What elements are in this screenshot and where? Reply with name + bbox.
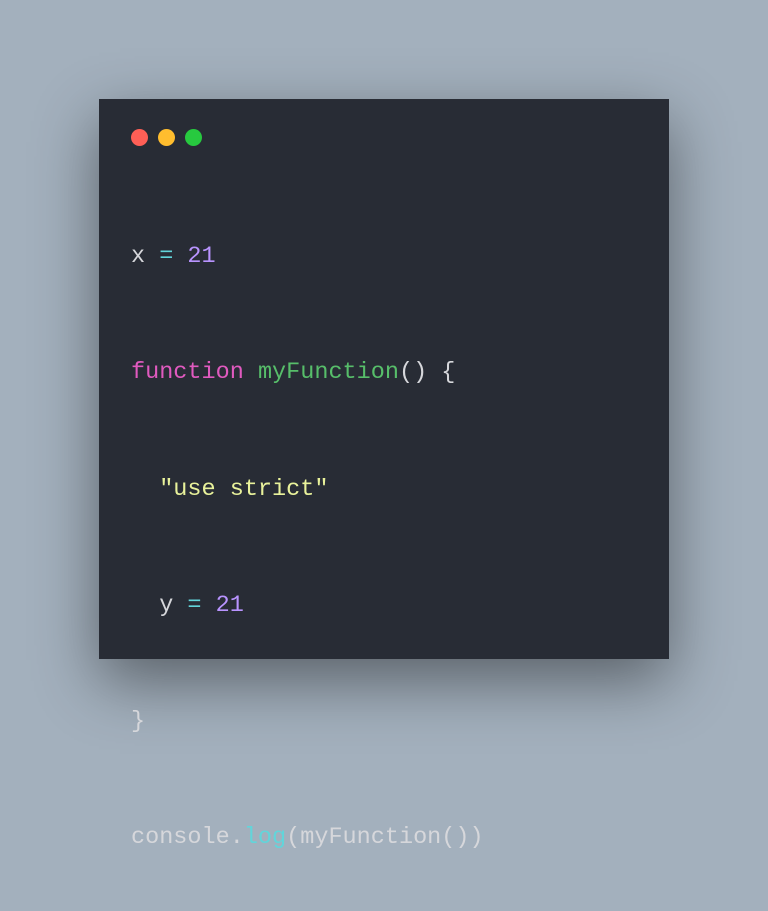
close-icon[interactable] xyxy=(131,129,148,146)
code-keyword: function xyxy=(131,359,244,386)
code-operator: = xyxy=(145,243,187,270)
maximize-icon[interactable] xyxy=(185,129,202,146)
code-line: function myFunction() { xyxy=(131,358,637,387)
code-block: x = 21 function myFunction() { "use stri… xyxy=(131,184,637,911)
code-fn-name: myFunction xyxy=(258,359,399,386)
code-line: y = 21 xyxy=(131,591,637,620)
code-punct: ) xyxy=(469,824,483,851)
code-line: x = 21 xyxy=(131,242,637,271)
code-object: console xyxy=(131,824,230,851)
code-string: "use strict" xyxy=(159,476,328,503)
code-punct: ( xyxy=(286,824,300,851)
code-number: 21 xyxy=(216,592,244,619)
code-line: "use strict" xyxy=(131,475,637,504)
code-punct: () { xyxy=(399,359,455,386)
code-number: 21 xyxy=(187,243,215,270)
window-traffic-lights xyxy=(131,129,637,146)
code-line: console.log(myFunction()) xyxy=(131,823,637,852)
code-line: } xyxy=(131,707,637,736)
code-var: x xyxy=(131,243,145,270)
code-arg: myFunction() xyxy=(300,824,469,851)
code-dot: . xyxy=(230,824,244,851)
minimize-icon[interactable] xyxy=(158,129,175,146)
code-punct: } xyxy=(131,708,145,735)
code-operator: = xyxy=(173,592,215,619)
code-editor-window: x = 21 function myFunction() { "use stri… xyxy=(99,99,669,659)
code-space xyxy=(244,359,258,386)
code-var: y xyxy=(159,592,173,619)
code-method: log xyxy=(244,824,286,851)
